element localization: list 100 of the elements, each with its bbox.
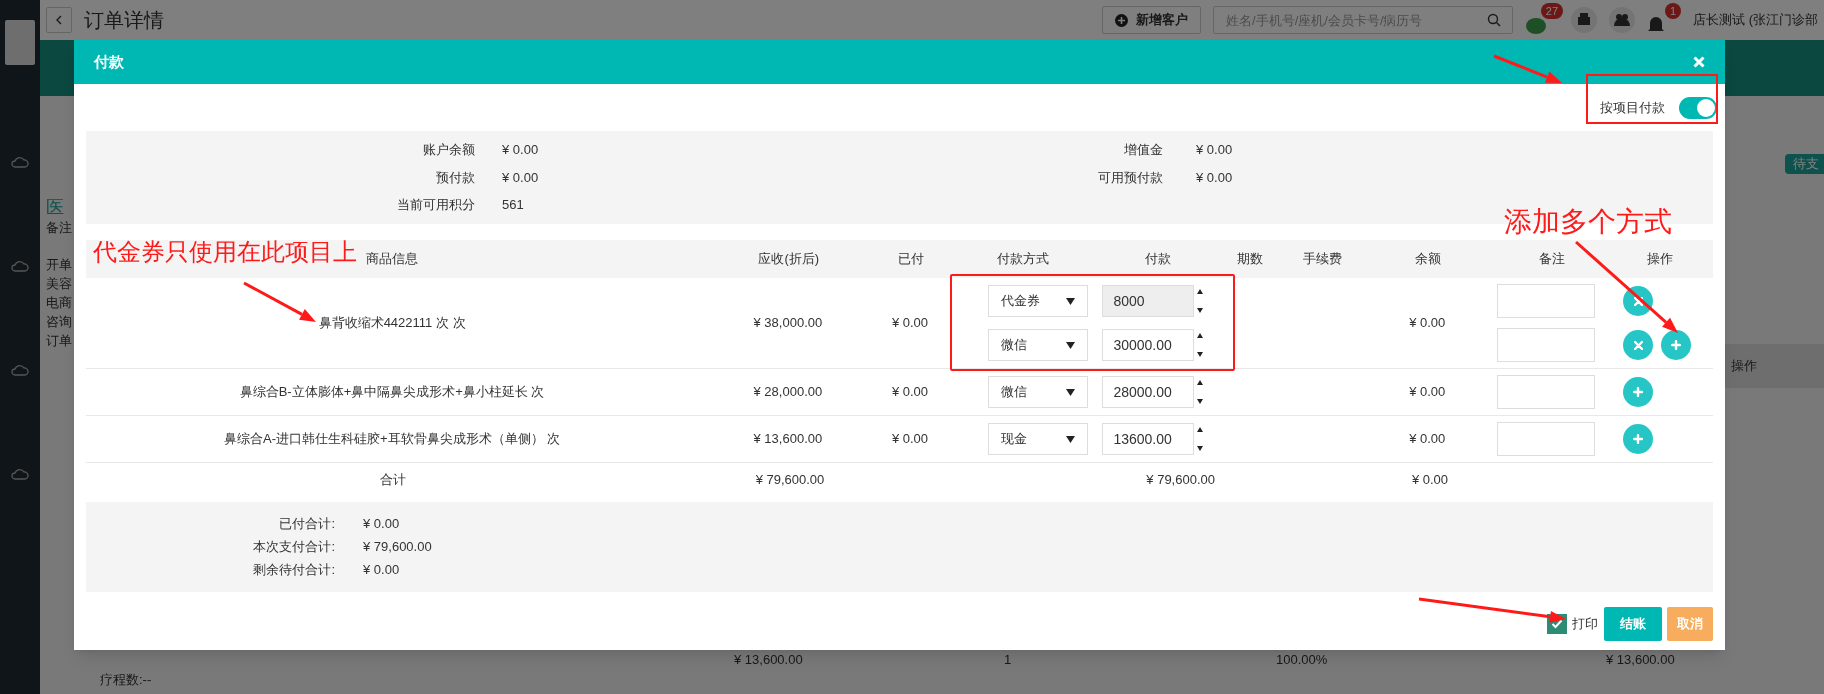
check-icon [1551, 619, 1563, 629]
column-header: 期数 [1237, 250, 1264, 269]
caret-icon [1066, 388, 1076, 396]
add-button[interactable] [1623, 377, 1653, 407]
remark-field[interactable] [1497, 375, 1595, 409]
amount-field[interactable]: 30000.00 [1102, 329, 1195, 361]
account-label: 当前可用积分 [396, 196, 475, 215]
search-icon [1487, 13, 1502, 27]
summary-value: ¥ 79,600.00 [362, 537, 432, 556]
page-title: 订单详情 [84, 8, 164, 33]
chevron-left-icon [56, 15, 62, 25]
column-header: 余额 [1414, 250, 1441, 269]
logo-block [5, 20, 35, 65]
payment-method-select[interactable]: 现金 [988, 423, 1089, 455]
product-name: 鼻背收缩术4422111 次 次 [317, 314, 467, 333]
column-header: 操作 [1647, 250, 1674, 269]
annotation-note: 代金券只使用在此项目上 [93, 237, 357, 267]
field-label: 美容 [46, 275, 73, 293]
summary-label: 已付合计: [278, 514, 335, 533]
cloud-icon[interactable] [11, 363, 29, 377]
annotation-note: 添加多个方式 [1504, 206, 1672, 238]
paid-cell-text: ¥ 0.00 [890, 383, 930, 402]
plus-icon [1633, 434, 1643, 444]
cloud-icon[interactable] [11, 259, 29, 273]
account-label: 账户余额 [422, 141, 475, 160]
summary-value: ¥ 0.00 [362, 514, 400, 533]
column-header: 操作 [1731, 356, 1757, 375]
field-label: 电商 [46, 294, 73, 312]
field-label: 订单 [46, 332, 73, 350]
toggle-label: 按项目付款 [1600, 98, 1665, 117]
back-button[interactable] [46, 7, 72, 33]
amount-field[interactable]: 13600.00 [1102, 423, 1195, 455]
close-icon [1633, 296, 1643, 306]
cloud-icon[interactable] [11, 155, 29, 169]
remove-button[interactable] [1623, 330, 1653, 360]
paid-cell-text: ¥ 0.00 [890, 314, 930, 333]
amount-cell-text: ¥ 13,600.00 [1606, 651, 1675, 669]
status-badge: 待支 [1785, 154, 1824, 174]
plus-icon [1671, 340, 1681, 350]
total-payment: ¥ 79,600.00 [1145, 471, 1215, 490]
message-count-badge: 27 [1540, 3, 1564, 19]
remark-field[interactable] [1497, 328, 1595, 362]
column-header: 付款 [1145, 250, 1171, 269]
dialog-title: 付款 [94, 51, 124, 72]
user-name: 店长测试 (张江门诊部 [1693, 11, 1818, 30]
add-button[interactable] [1661, 330, 1691, 360]
payment-method-select[interactable]: 代金券 [988, 285, 1089, 317]
due-cell-text: ¥ 28,000.00 [752, 383, 824, 402]
pay-by-item-switch[interactable] [1679, 96, 1717, 119]
balance-cell-text: ¥ 0.00 [1408, 314, 1447, 333]
arrow-annotation [1493, 54, 1562, 83]
payment-method-select[interactable]: 微信 [988, 329, 1089, 361]
amount-field[interactable]: 8000 [1102, 285, 1195, 317]
total-label: 合计 [379, 471, 407, 490]
column-header: 手续费 [1303, 250, 1343, 269]
caret-icon [1066, 341, 1076, 349]
account-value: ¥ 0.00 [1195, 141, 1233, 160]
print-label: 打印 [1572, 615, 1598, 634]
account-label: 增值金 [1123, 141, 1163, 160]
total-balance: ¥ 0.00 [1410, 471, 1450, 490]
notice-count-badge: 1 [1664, 3, 1682, 19]
summary-value: ¥ 0.00 [362, 560, 400, 579]
balance-cell-text: ¥ 0.00 [1408, 430, 1447, 449]
caret-icon [1066, 435, 1076, 443]
due-cell-text: ¥ 13,600.00 [752, 430, 824, 449]
total-due: ¥ 79,600.00 [754, 471, 826, 490]
product-name: 鼻综合B-立体膨体+鼻中隔鼻尖成形术+鼻小柱延长 次 [238, 383, 546, 402]
paid-cell-text: ¥ 0.00 [890, 430, 930, 449]
account-value: 561 [501, 196, 525, 215]
printer-icon[interactable] [1571, 7, 1598, 33]
account-value: ¥ 0.00 [501, 168, 540, 187]
close-icon [1633, 340, 1643, 350]
people-icon[interactable] [1609, 7, 1636, 33]
field-label: 咨询 [46, 313, 73, 331]
account-label: 可用预付款 [1097, 169, 1163, 188]
account-value: ¥ 0.00 [1195, 169, 1233, 188]
field-label: 开单 [46, 256, 73, 274]
column-header: 备注 [1539, 250, 1566, 269]
column-header: 应收(折后) [758, 250, 820, 269]
column-header: 已付 [898, 250, 924, 269]
ratio-cell-text: 100.00% [1276, 651, 1329, 669]
close-icon[interactable] [1693, 56, 1705, 68]
due-cell-text: ¥ 38,000.00 [752, 314, 824, 333]
new-customer-button[interactable]: 新增客户 [1102, 6, 1202, 34]
course-count: 疗程数:-- [99, 671, 153, 689]
amount-field[interactable]: 28000.00 [1102, 376, 1195, 408]
remark-field[interactable] [1497, 422, 1595, 456]
product-name: 鼻综合A-进口韩仕生科硅胶+耳软骨鼻尖成形术（单侧） 次 [222, 430, 562, 449]
payment-method-select[interactable]: 微信 [988, 376, 1089, 408]
plus-icon [1633, 387, 1643, 397]
column-header: 商品信息 [366, 250, 419, 269]
cloud-icon[interactable] [11, 467, 29, 481]
quantity-cell-text: 1 [1004, 651, 1013, 669]
remark-field[interactable] [1497, 284, 1595, 318]
add-button[interactable] [1623, 424, 1653, 454]
column-header: 付款方式 [997, 250, 1050, 269]
price-cell-text: ¥ 13,600.00 [734, 651, 804, 669]
summary-label: 本次支付合计: [252, 537, 335, 556]
balance-cell-text: ¥ 0.00 [1408, 383, 1447, 402]
account-label: 预付款 [435, 168, 475, 187]
